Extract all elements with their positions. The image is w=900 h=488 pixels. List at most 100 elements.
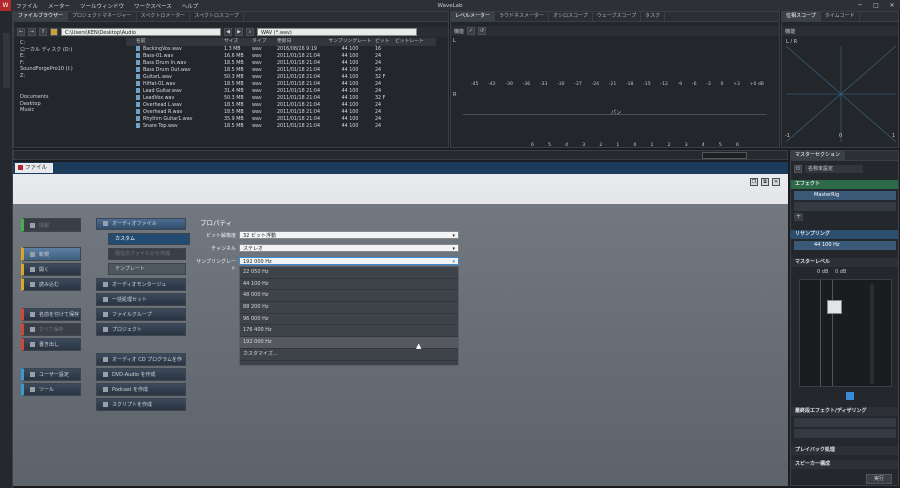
open-button[interactable]: 開く [21,263,81,276]
from-current-file-button[interactable]: 現在のファイルから作成 [108,248,186,260]
playback-header[interactable]: プレイバック処理 [791,446,898,455]
popout-icon[interactable]: ⧉ [761,178,769,186]
restore-icon[interactable]: ❐ [750,178,758,186]
menu-file[interactable]: ファイル [11,2,43,10]
speaker-header[interactable]: スピーカー構成 [791,460,898,469]
effects-header[interactable]: エフェクト [791,180,898,189]
col-date[interactable]: 更新日 [277,38,325,46]
link-icon[interactable] [846,392,854,400]
app-logo-icon[interactable]: W [0,0,11,11]
table-row[interactable]: Bass Drum Out.wav 18.5 MB wav 2011/01/18 21… [126,67,436,74]
maximize-icon[interactable]: □ [868,0,884,11]
speaker-icon[interactable]: ◀ [224,28,232,36]
project-button[interactable]: プロジェクト [96,323,186,336]
master-preset[interactable]: 名称未設定 [805,165,863,173]
table-row[interactable]: GuitarL.wav 50.3 MB wav 2011/01/18 21:04 44 … [126,74,436,81]
sr-option[interactable]: 176 400 Hz [240,325,458,338]
render-button[interactable]: 実行 [866,474,892,484]
template-button[interactable]: テンプレート [108,263,186,275]
tools-button[interactable]: ツール [21,383,81,396]
tab-project-manager[interactable]: プロジェクトマネージャー [68,12,137,21]
export-button[interactable]: 書き出し [21,338,81,351]
menu-toolwindow[interactable]: ツールウィンドウ [75,2,129,10]
col-bitrate[interactable]: ビットレート [395,38,433,46]
sr-customize-option[interactable]: カスタマイズ... [240,349,458,361]
meter-function-label[interactable]: 機能 [454,28,464,35]
table-row[interactable]: Snare Top.wav 18.5 MB wav 2011/01/18 21:04 4… [126,123,436,130]
menu-help[interactable]: ヘルプ [177,2,204,10]
sr-option[interactable]: 96 000 Hz [240,314,458,326]
col-size[interactable]: サイズ [224,38,252,46]
path-field[interactable]: C:\Users\KEN\Desktop\Audio [61,28,221,36]
script-button[interactable]: スクリプトを作成 [96,398,186,411]
resampling-value[interactable]: 44 100 Hz [794,241,896,250]
sr-option[interactable]: 48 000 Hz [240,290,458,303]
add-plugin-icon[interactable]: + [794,213,803,221]
table-row[interactable]: Bass Drum In.wav 18.5 MB wav 2011/01/18 21:… [126,60,436,67]
place-music[interactable]: Music [20,107,125,114]
side-strip-tab[interactable] [3,33,10,88]
final-effects-header[interactable]: 最終段エフェクト/ディザリング [791,407,898,416]
forward-icon[interactable]: → [28,28,36,36]
save-as-button[interactable]: 名前を付けて保存 [21,308,81,321]
filegroup-button[interactable]: ファイルグループ [96,308,186,321]
tab-spectroscope[interactable]: スペクトロスコープ [190,12,244,21]
tab-wavescope[interactable]: ウェーブスコープ [593,12,642,21]
sr-option-selected[interactable]: 192 000 Hz [240,337,458,349]
tab-oscilloscope[interactable]: オシロスコープ [549,12,593,21]
bit-depth-select[interactable]: 32 ビット浮動 ▾ [239,231,459,239]
montage-button[interactable]: オーディオモンタージュ [96,278,186,291]
import-button[interactable]: 読み込む [21,278,81,291]
table-row[interactable]: Bass-01.wav 16.6 MB wav 2011/01/18 21:04 44 … [126,53,436,60]
up-icon[interactable]: ↑ [39,28,47,36]
table-row[interactable]: BackingVox.wav 1.3 MB wav 2016/08/26 9:19 44… [126,46,436,53]
preferences-button[interactable]: ユーザー設定 [21,368,81,381]
table-row[interactable]: HiHat-01.wav 18.5 MB wav 2011/01/18 21:04 44… [126,81,436,88]
final-slot-1[interactable] [794,418,896,427]
channels-select[interactable]: ステレオ ▾ [239,244,459,252]
plugin-slot-empty[interactable] [794,202,896,211]
col-samplerate[interactable]: サンプリングレート [325,38,375,46]
power-icon[interactable]: ⏻ [794,165,802,173]
master-fader-knob[interactable] [827,300,842,314]
table-row[interactable]: Lead Guitar.wav 31.4 MB wav 2011/01/18 21:0… [126,88,436,95]
table-row[interactable]: Rhythm Guitar1.wav 35.9 MB wav 2011/01/18 2… [126,116,436,123]
audio-file-button[interactable]: オーディオファイル [96,218,186,230]
tab-loudness-meter[interactable]: ラウドネスメーター [495,12,550,21]
col-type[interactable]: タイプ [252,38,277,46]
back-icon[interactable]: ← [17,28,25,36]
sr-option[interactable]: 88 200 Hz [240,302,458,314]
col-bits[interactable]: ビット [375,38,395,46]
tab-file-browser[interactable]: ファイルブラウザー [14,12,69,21]
plugin-slot-masterrig[interactable]: MasterRig [794,191,896,200]
reset-icon[interactable]: ↺ [478,27,487,35]
sr-option[interactable]: 22 050 Hz [240,267,458,279]
tab-spectrometer[interactable]: スペクトロメーター [137,12,191,21]
check-icon[interactable]: ✓ [467,27,476,35]
dvd-button[interactable]: DVD-Audio を作成 [96,368,186,381]
play-icon[interactable]: ▶ [235,28,243,36]
samplerate-select[interactable]: 192 000 Hz ▾ [239,257,459,265]
close-panel-icon[interactable]: ✕ [772,178,780,186]
batch-button[interactable]: 一括処理セット [96,293,186,306]
master-level-header[interactable]: マスターレベル [791,258,898,267]
save-all-button[interactable]: すべて保存 [21,323,81,336]
cd-button[interactable]: オーディオ CD プログラムを作成 [96,353,186,375]
resampling-header[interactable]: リサンプリング [791,230,898,239]
tab-timecode[interactable]: タイムコード [821,12,860,21]
scope-function-label[interactable]: 機能 [785,28,795,35]
close-icon[interactable]: ✕ [884,0,900,11]
table-row[interactable]: Overhead R.wav 18.5 MB wav 2011/01/18 21:04… [126,109,436,116]
tree-item[interactable]: Z: [20,73,125,80]
minimize-icon[interactable]: ─ [852,0,868,11]
col-name[interactable]: 名前 [126,38,224,46]
podcast-button[interactable]: Podcast を作成 [96,383,186,396]
table-row[interactable]: LeadVox.wav 50.3 MB wav 2011/01/18 21:04 44 … [126,95,436,102]
search-icon[interactable]: ⌕ [246,28,254,36]
tab-level-meter[interactable]: レベルメーター [451,12,496,21]
menu-workspace[interactable]: ワークスペース [129,2,177,10]
final-slot-2[interactable] [794,429,896,438]
filter-field[interactable]: WAV (*.wav) [257,28,417,36]
menu-meter[interactable]: メーター [43,2,75,10]
zoom-select[interactable] [702,152,747,159]
